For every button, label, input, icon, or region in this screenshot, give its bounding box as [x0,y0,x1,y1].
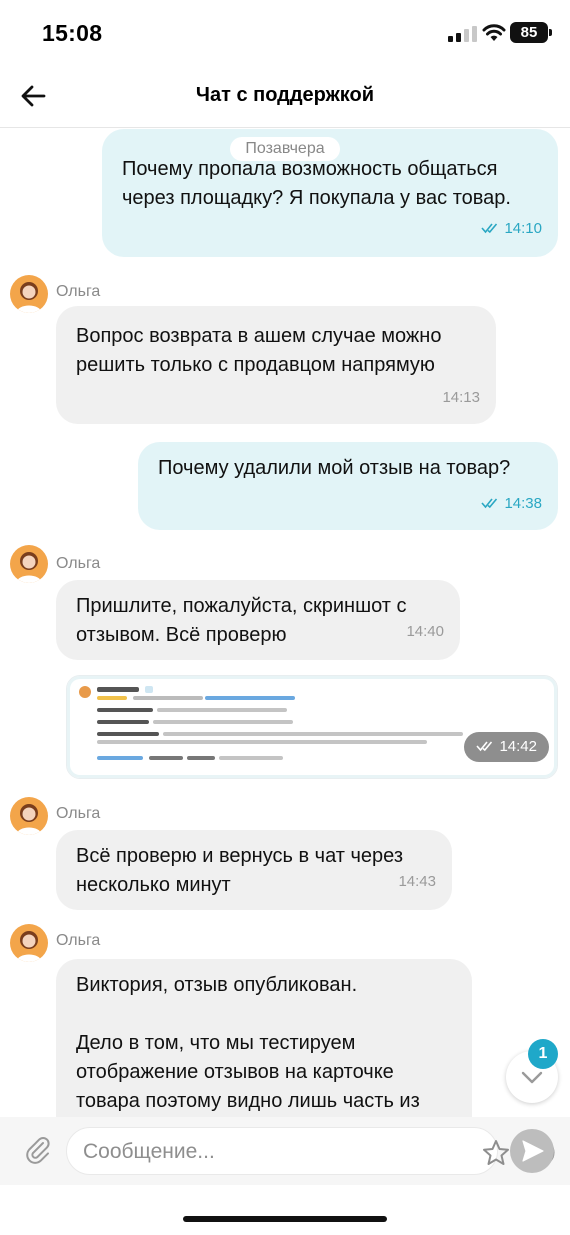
battery-indicator: 85 [510,22,548,43]
avatar[interactable] [10,797,48,835]
page-title: Чат с поддержкой [195,84,375,106]
message-time: 14:38 [481,489,542,518]
message-text-line: отзывом. Всё проверю [76,624,287,646]
message-text-line: Виктория, отзыв опубликован. [76,974,358,996]
message-text-line: Всё проверю и вернусь в чат через [76,845,403,867]
message-bubble-incoming[interactable]: Пришлите, пожалуйста, скриншот с отзывом… [56,580,460,660]
unread-count-badge: 1 [528,1039,558,1069]
sender-name: Ольга [56,932,101,949]
message-bubble-incoming[interactable]: Всё проверю и вернусь в чат через нескол… [56,830,452,910]
sender-name: Ольга [56,805,101,822]
message-text-line: Вопрос возврата в ашем случае можно [76,325,442,347]
status-bar: 15:08 85 [0,0,570,64]
avatar[interactable] [10,545,48,583]
send-icon [522,1140,544,1162]
message-bubble-outgoing[interactable]: Почему удалили мой отзыв на товар? 14:38 [138,442,558,530]
message-text-line: несколько минут [76,874,231,896]
message-bubble-incoming[interactable]: Виктория, отзыв опубликован. Дело в том,… [56,959,472,1117]
message-text-line: через площадку? Я покупала у вас товар. [122,187,511,209]
chat-messages[interactable]: Позавчера Почему пропала возможность общ… [0,129,570,1117]
battery-nub [549,29,552,36]
status-time: 15:08 [42,20,103,46]
avatar[interactable] [10,924,48,962]
chat-header: Чат с поддержкой [0,64,570,128]
double-check-icon [476,741,493,752]
clip-icon[interactable] [22,1134,54,1166]
message-time: 14:10 [481,214,542,243]
message-input[interactable]: Сообщение... [66,1127,555,1175]
date-separator: Позавчера [230,137,340,161]
message-bubble-incoming[interactable]: Вопрос возврата в ашем случае можно реши… [56,306,496,424]
star-icon[interactable] [481,1138,511,1168]
double-check-icon [481,498,498,509]
wifi-icon [482,24,506,41]
message-time: 14:43 [398,873,436,890]
cellular-signal-icon [448,26,477,42]
message-text-line: Пришлите, пожалуйста, скриншот с [76,595,407,617]
message-text-line: решить только с продавцом напрямую [76,354,435,376]
message-composer: Сообщение... [0,1117,570,1185]
message-time: 14:42 [464,732,549,762]
message-input-placeholder: Сообщение... [83,1140,215,1163]
message-text-line: Почему удалили мой отзыв на товар? [158,457,511,479]
message-time: 14:13 [442,389,480,406]
review-screenshot-thumbnail [79,686,463,760]
message-text-line: Дело в том, что мы тестируем [76,1032,356,1054]
message-time: 14:40 [406,623,444,640]
sender-name: Ольга [56,283,101,300]
home-indicator [183,1216,387,1222]
image-attachment[interactable]: 14:42 [66,675,558,779]
send-button[interactable] [510,1129,554,1173]
double-check-icon [481,223,498,234]
message-text-line: отображение отзывов на карточке [76,1061,394,1083]
sender-name: Ольга [56,555,101,572]
message-text-line: товара поэтому видно лишь часть из [76,1090,420,1112]
avatar[interactable] [10,275,48,313]
